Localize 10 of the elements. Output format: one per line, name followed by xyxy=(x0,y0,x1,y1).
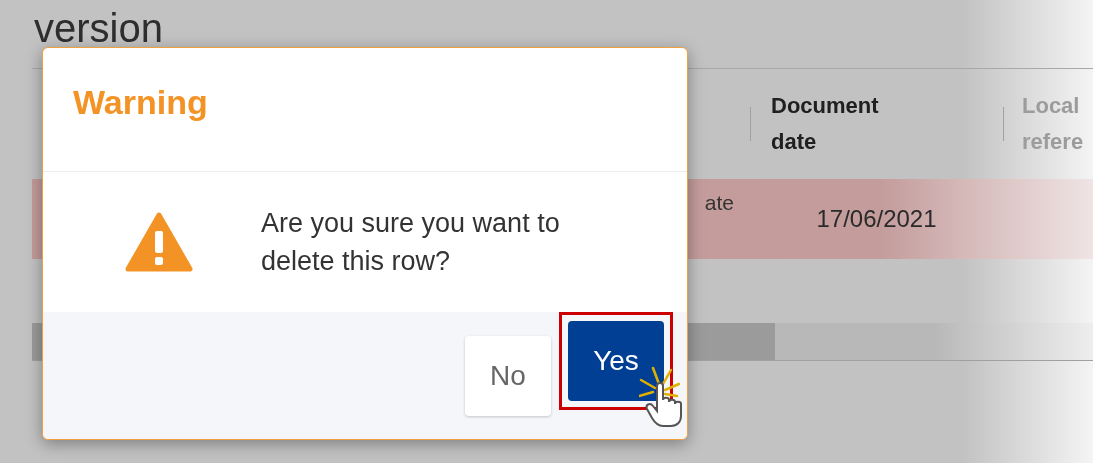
yes-button[interactable]: Yes xyxy=(568,321,664,401)
dialog-message: Are you sure you want to delete this row? xyxy=(261,207,561,278)
table-cell-text: ate xyxy=(704,190,734,216)
column-header: Document date xyxy=(771,92,880,156)
page-heading: version xyxy=(34,8,164,48)
no-button[interactable]: No xyxy=(465,336,551,416)
warning-icon xyxy=(125,212,193,272)
dialog-title: Warning xyxy=(73,82,208,123)
column-header: Local refere xyxy=(1022,92,1085,156)
table-cell-text: 17/06/2021 xyxy=(816,204,937,234)
